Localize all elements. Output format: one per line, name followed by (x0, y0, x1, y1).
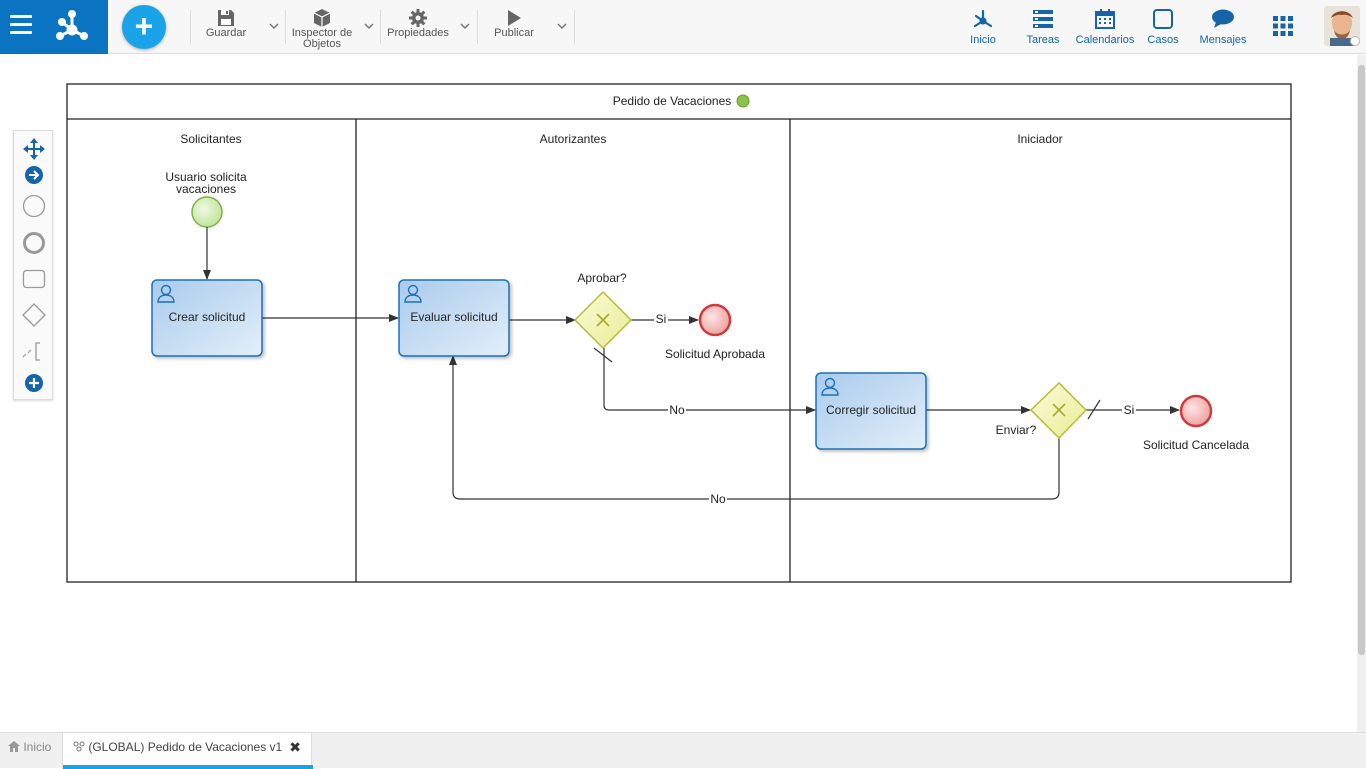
nav-cases-label: Casos (1147, 34, 1179, 46)
end-event-cancelled-label: Solicitud Cancelada (1143, 438, 1249, 452)
nav-home[interactable]: Inicio (953, 8, 1013, 46)
lane-label-solicitantes: Solicitantes (180, 132, 241, 146)
top-toolbar: + Guardar Inspector de Objetos Propiedad… (0, 0, 1366, 54)
lane-label-autorizantes: Autorizantes (540, 132, 607, 146)
annotation-connector-icon[interactable] (20, 337, 48, 365)
end-event-approved[interactable] (698, 303, 732, 337)
publish-button[interactable]: Publicar (488, 8, 540, 48)
properties-dropdown-chevron-icon[interactable] (459, 20, 471, 32)
apps-grid-icon[interactable] (1272, 15, 1294, 37)
task-label: Crear solicitud (169, 310, 246, 324)
user-avatar[interactable] (1324, 6, 1360, 46)
nav-calendars[interactable]: Calendarios (1073, 8, 1137, 46)
calendar-icon (1095, 9, 1115, 29)
task-label: Evaluar solicitud (410, 310, 497, 324)
process-node-icon (973, 9, 993, 28)
task-corregir-solicitud[interactable]: Corregir solicitud (815, 372, 927, 450)
save-button[interactable]: Guardar (200, 8, 252, 48)
task-list-icon (1033, 10, 1053, 28)
active-tab-indicator (63, 765, 313, 769)
case-square-icon (1153, 9, 1173, 29)
flow-label-yes: Si (1124, 403, 1135, 417)
end-event-circle-icon[interactable] (20, 229, 48, 257)
new-button[interactable]: + (122, 5, 166, 49)
nav-cases[interactable]: Casos (1133, 8, 1193, 46)
gateway-label-send: Enviar? (996, 423, 1037, 437)
start-event[interactable] (191, 196, 223, 228)
status-indicator (736, 94, 750, 108)
gateway-diamond-icon[interactable] (20, 301, 48, 329)
publish-label: Publicar (494, 27, 534, 39)
toolbar-separator (190, 10, 191, 44)
arrow-right-circle-icon[interactable] (20, 161, 48, 189)
move-arrows-icon[interactable] (20, 135, 48, 163)
save-dropdown-chevron-icon[interactable] (268, 20, 280, 32)
tab-home[interactable]: Inicio (0, 733, 59, 769)
publish-dropdown-chevron-icon[interactable] (556, 20, 568, 32)
nav-tasks-label: Tareas (1026, 34, 1060, 46)
toolbar-separator (285, 10, 286, 44)
save-label: Guardar (205, 27, 247, 39)
object-inspector-button[interactable]: Inspector de Objetos (290, 8, 354, 50)
nav-calendars-label: Calendarios (1075, 34, 1135, 46)
task-label: Corregir solicitud (826, 403, 916, 417)
lane-label-iniciador: Iniciador (1017, 132, 1062, 146)
tab-home-label: Inicio (23, 740, 52, 754)
inspector-label-line2: Objetos (303, 38, 341, 50)
start-event-circle-icon[interactable] (20, 192, 48, 220)
gateway-label-approve: Aprobar? (577, 271, 627, 285)
process-tab-icon (73, 741, 85, 752)
gear-icon (409, 9, 427, 27)
scrollbar-thumb[interactable] (1358, 65, 1365, 655)
floppy-disk-icon (218, 10, 234, 26)
chat-bubble-icon (1212, 9, 1234, 28)
nav-messages-label: Mensajes (1199, 34, 1247, 46)
cube-icon (313, 9, 331, 27)
hamburger-menu-icon[interactable] (10, 15, 34, 37)
toolbar-separator (477, 10, 478, 44)
inspector-dropdown-chevron-icon[interactable] (363, 20, 375, 32)
start-event-label-line2: vacaciones (176, 182, 236, 196)
tab-process[interactable]: (GLOBAL) Pedido de Vacaciones v1 ✖ (62, 733, 313, 769)
shape-palette (13, 130, 53, 400)
diagram-canvas[interactable]: Pedido de Vacaciones Solicitantes Autori… (0, 55, 1357, 732)
task-crear-solicitud[interactable]: Crear solicitud (151, 279, 263, 357)
nav-home-label: Inicio (970, 34, 996, 46)
brand-area (0, 0, 108, 54)
flow-label-no: No (669, 403, 685, 417)
task-evaluar-solicitud[interactable]: Evaluar solicitud (398, 279, 510, 357)
flow-label-no: No (710, 492, 726, 506)
flow-label-yes: Si (656, 312, 667, 326)
tab-process-label: (GLOBAL) Pedido de Vacaciones v1 (88, 740, 283, 754)
bpmn-diagram: Pedido de Vacaciones Solicitantes Autori… (66, 83, 1292, 583)
add-circle-icon[interactable] (20, 369, 48, 397)
app-logo-icon[interactable] (52, 6, 92, 46)
vertical-scrollbar[interactable] (1357, 55, 1366, 732)
home-icon (8, 741, 20, 752)
properties-button[interactable]: Propiedades (385, 8, 451, 48)
task-rectangle-icon[interactable] (20, 265, 48, 293)
nav-messages[interactable]: Mensajes (1193, 8, 1253, 46)
close-icon[interactable]: ✖ (289, 733, 301, 761)
end-event-cancelled[interactable] (1179, 394, 1213, 428)
properties-label: Propiedades (387, 27, 449, 39)
pool-title: Pedido de Vacaciones (613, 94, 732, 108)
end-event-approved-label: Solicitud Aprobada (665, 347, 765, 361)
toolbar-separator (380, 10, 381, 44)
toolbar-separator (574, 10, 575, 44)
bottom-tab-bar: Inicio (GLOBAL) Pedido de Vacaciones v1 … (0, 732, 1366, 769)
nav-tasks[interactable]: Tareas (1013, 8, 1073, 46)
play-icon (508, 10, 521, 26)
